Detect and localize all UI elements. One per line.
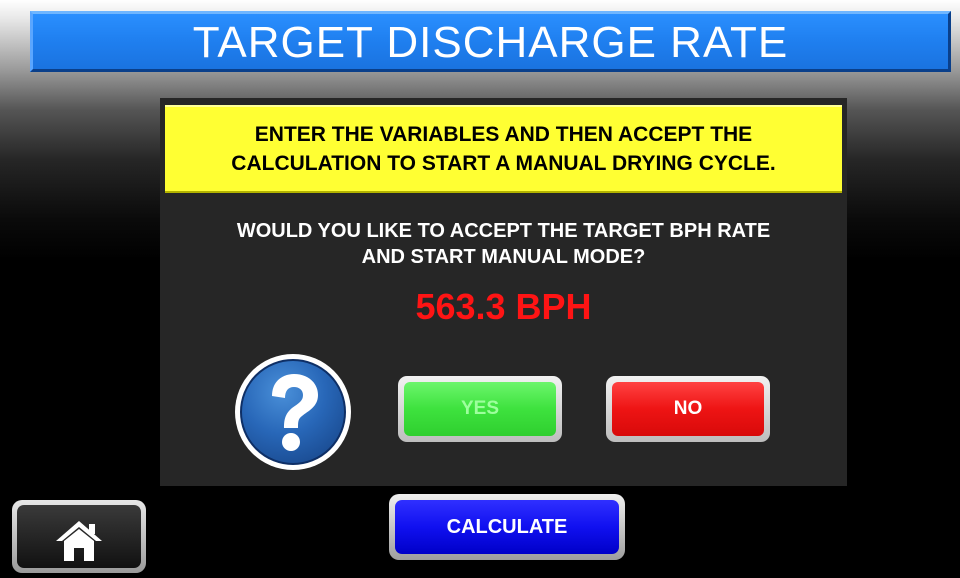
question-line-1: WOULD YOU LIKE TO ACCEPT THE TARGET BPH … (236, 220, 771, 242)
confirmation-dialog: ENTER THE VARIABLES AND THEN ACCEPT THE … (160, 98, 847, 486)
home-button-face (17, 505, 141, 568)
no-button[interactable]: NO (606, 376, 770, 442)
yes-button-label: YES (404, 382, 556, 436)
home-icon (56, 521, 102, 561)
target-rate-value: 563.3 BPH (415, 286, 592, 327)
help-button[interactable] (235, 354, 351, 470)
page-title: TARGET DISCHARGE RATE (192, 17, 789, 67)
home-button[interactable] (12, 500, 146, 573)
question-mark-glyph (272, 374, 318, 451)
calculate-button[interactable]: CALCULATE (389, 494, 625, 560)
screen: TARGET DISCHARGE RATE ENTER THE VARIABLE… (0, 0, 960, 578)
instruction-line-2: CALCULATION TO START A MANUAL DRYING CYC… (231, 152, 776, 175)
yes-button[interactable]: YES (398, 376, 562, 442)
title-bar: TARGET DISCHARGE RATE (30, 11, 951, 72)
confirmation-question: WOULD YOU LIKE TO ACCEPT THE TARGET BPH … (160, 218, 847, 270)
question-mark-icon (240, 359, 346, 465)
calculate-button-label: CALCULATE (395, 500, 619, 554)
no-button-label: NO (612, 382, 764, 436)
question-line-2: AND START MANUAL MODE? (361, 246, 646, 268)
instruction-line-1: ENTER THE VARIABLES AND THEN ACCEPT THE (254, 123, 753, 146)
instruction-banner: ENTER THE VARIABLES AND THEN ACCEPT THE … (165, 105, 842, 193)
